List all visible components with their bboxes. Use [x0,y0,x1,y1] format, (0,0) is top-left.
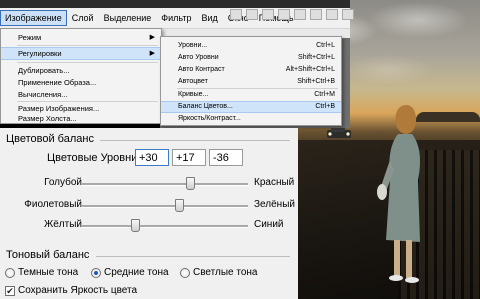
slider-left-label: Жёлтый [44,219,82,230]
slider-thumb[interactable] [185,177,195,190]
preserve-luminosity-checkbox[interactable]: ✔ [5,286,15,296]
slider-magenta-green: Фиолетовый Зелёный [0,196,298,216]
menu-select[interactable]: Выделение [99,10,157,26]
color-balance-group-title: Цветовой баланс [6,133,94,145]
slider-yellow-blue: Жёлтый Синий [0,216,298,236]
chevron-right-icon: ▶ [149,50,155,57]
slider-track[interactable] [82,225,248,228]
slider-cyan-red: Голубой Красный [0,174,298,194]
menu-view[interactable]: Вид [197,10,223,26]
tool-icon[interactable] [278,9,290,20]
color-levels-label: Цветовые Уровни: [47,152,141,164]
color-balance-dialog: Цветовой баланс Цветовые Уровни: +30 +17… [0,128,298,299]
menu-image[interactable]: Изображение [0,10,67,26]
submenu-item-auto-levels[interactable]: Авто Уровни Shift+Ctrl+L [161,52,341,63]
tool-icon[interactable] [262,9,274,20]
radio-shadows[interactable] [5,268,15,278]
tone-balance-group-title: Тоновый баланс [6,249,90,261]
slider-left-label: Голубой [44,177,82,188]
photo-woman [377,105,420,283]
preserve-luminosity-label: Сохранить Яркость цвета [18,285,138,296]
level-field-2[interactable]: +17 [172,149,206,166]
chevron-right-icon: ▶ [149,34,155,41]
slider-left-label: Фиолетовый [24,199,82,210]
image-menu-dropdown: Режим ▶ Регулировки ▶ Дублировать... При… [0,28,162,124]
adjustments-submenu: Уровни... Ctrl+L Авто Уровни Shift+Ctrl+… [160,36,342,126]
tool-icon[interactable] [230,9,242,20]
submenu-item-color-balance[interactable]: Баланс Цветов... Ctrl+B [161,101,341,113]
tool-icon[interactable] [342,9,354,20]
title-strip [0,0,350,8]
slider-right-label: Синий [254,219,284,230]
radio-highlights[interactable] [180,268,190,278]
slider-track[interactable] [82,205,248,208]
submenu-item-auto-color[interactable]: Автоцвет Shift+Ctrl+B [161,76,341,87]
menu-item-mode[interactable]: Режим ▶ [1,31,161,44]
menu-separator [17,45,158,46]
group-divider [100,140,290,141]
slider-thumb[interactable] [175,199,185,212]
slider-thumb[interactable] [131,219,141,232]
toolbar-buttons [230,9,354,20]
tone-radio-group: Темные тона Средние тона Светлые тона [0,266,298,282]
menu-item-canvas-size[interactable]: Размер Холста... [1,112,161,125]
slider-track[interactable] [82,183,248,186]
radio-label: Темные тона [18,267,79,278]
menu-item-calculations[interactable]: Вычисления... [1,88,161,101]
slider-right-label: Зелёный [254,199,295,210]
tool-icon[interactable] [310,9,322,20]
slider-right-label: Красный [254,177,295,188]
tool-icon[interactable] [294,9,306,20]
radio-label: Средние тона [104,267,169,278]
menu-separator [17,62,158,63]
menu-item-adjustments[interactable]: Регулировки ▶ [1,47,161,60]
tool-icon[interactable] [246,9,258,20]
submenu-item-levels[interactable]: Уровни... Ctrl+L [161,40,341,51]
radio-label: Светлые тона [193,267,258,278]
level-field-3[interactable]: -36 [209,149,243,166]
tool-icon[interactable] [326,9,338,20]
submenu-item-auto-contrast[interactable]: Авто Контраст Alt+Shift+Ctrl+L [161,64,341,75]
radio-midtones[interactable] [91,268,101,278]
group-divider [96,256,290,257]
submenu-item-curves[interactable]: Кривые... Ctrl+M [161,89,341,100]
submenu-item-brightness-contrast[interactable]: Яркость/Контраст... [161,113,341,124]
menu-layer[interactable]: Слой [67,10,99,26]
level-field-1[interactable]: +30 [135,149,169,166]
menu-filter[interactable]: Фильтр [156,10,196,26]
